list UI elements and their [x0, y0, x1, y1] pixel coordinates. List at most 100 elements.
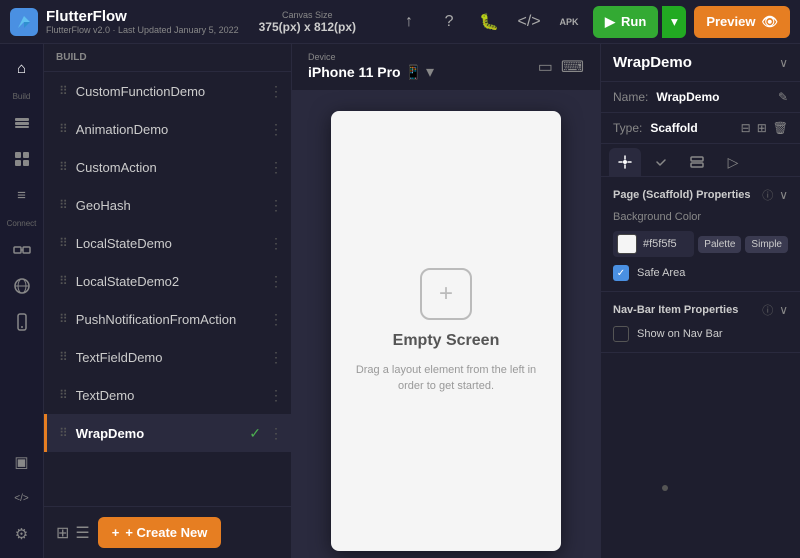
more-icon[interactable]: ⋮	[269, 273, 283, 290]
code-button[interactable]: </>	[513, 6, 545, 38]
more-icon[interactable]: ⋮	[269, 121, 283, 138]
sidebar-item[interactable]: ⠿ PushNotificationFromAction ⋮	[44, 300, 291, 338]
top-bar: FlutterFlow FlutterFlow v2.0 · Last Upda…	[0, 0, 800, 44]
more-icon[interactable]: ⋮	[269, 387, 283, 404]
sidebar-item[interactable]: ⠿ WrapDemo ✓ ⋮	[44, 414, 291, 452]
upload-button[interactable]: ↑	[393, 6, 425, 38]
simple-button[interactable]: Simple	[745, 236, 788, 253]
build-label: Build	[0, 92, 43, 101]
more-icon[interactable]: ⋮	[269, 311, 283, 328]
sidebar-item-label: LocalStateDemo	[76, 236, 261, 251]
panel-header: WrapDemo ∨	[601, 44, 800, 82]
sidebar-item[interactable]: ⠿ AnimationDemo ⋮	[44, 110, 291, 148]
home-icon[interactable]: ⌂	[6, 52, 38, 84]
app-version: FlutterFlow v2.0 · Last Updated January …	[46, 25, 239, 35]
plus-icon: +	[112, 525, 120, 540]
tab-play[interactable]: ▷	[717, 148, 749, 176]
help-button[interactable]: ?	[433, 6, 465, 38]
api-icon[interactable]	[6, 270, 38, 302]
drag-icon: ⠿	[59, 388, 68, 402]
navbar-expand-icon[interactable]: ∨	[779, 303, 788, 317]
panel-type-icons: ⊟ ⊞ 🗑	[741, 121, 788, 135]
sidebar-item[interactable]: ⠿ CustomAction ⋮	[44, 148, 291, 186]
code-icon[interactable]: </>	[6, 482, 38, 514]
show-nav-bar-label: Show on Nav Bar	[637, 328, 723, 340]
safe-area-checkbox[interactable]: ✓	[613, 265, 629, 281]
device-name: iPhone 11 Pro	[308, 64, 401, 80]
connect-icon[interactable]	[6, 234, 38, 266]
components-icon[interactable]	[6, 143, 38, 175]
run-button[interactable]: ▶ Run	[593, 6, 658, 38]
drag-icon: ⠿	[59, 122, 68, 136]
more-icon[interactable]: ⋮	[269, 83, 283, 100]
drag-icon: ⠿	[59, 198, 68, 212]
tab-properties[interactable]	[609, 148, 641, 176]
bg-color-label: Background Color	[613, 211, 701, 223]
sidebar-item[interactable]: ⠿ LocalStateDemo ⋮	[44, 224, 291, 262]
more-icon[interactable]: ⋮	[269, 425, 283, 442]
device-select[interactable]: iPhone 11 Pro 📱 ▾	[308, 62, 434, 82]
active-checkmark: ✓	[249, 425, 261, 442]
delete-type-icon[interactable]: 🗑	[773, 121, 788, 135]
list-icon[interactable]: ☰	[75, 523, 89, 543]
scaffold-expand-icon[interactable]: ∨	[779, 188, 788, 202]
preview-button[interactable]: Preview 👁	[694, 6, 790, 38]
device-view-icons: ▭ ⌨	[538, 57, 584, 77]
nav-icon[interactable]: ≡	[6, 179, 38, 211]
drag-icon: ⠿	[59, 160, 68, 174]
logo-area: FlutterFlow FlutterFlow v2.0 · Last Upda…	[10, 8, 239, 36]
apk-button[interactable]: APK	[553, 6, 585, 38]
settings-icon[interactable]: ⚙	[6, 518, 38, 550]
tablet-view-icon[interactable]: ▭	[538, 57, 553, 77]
media-icon[interactable]: ▣	[6, 446, 38, 478]
phone-frame: + Empty Screen Drag a layout element fro…	[331, 111, 561, 551]
create-new-button[interactable]: + + Create New	[98, 517, 222, 548]
sidebar-item[interactable]: ⠿ GeoHash ⋮	[44, 186, 291, 224]
copy-type-icon[interactable]: ⊟	[741, 121, 751, 135]
drag-icon: ⠿	[59, 84, 68, 98]
drag-icon: ⠿	[59, 274, 68, 288]
drag-icon: ⠿	[59, 236, 68, 250]
preview-label: Preview	[706, 14, 755, 29]
sidebar-item[interactable]: ⠿ TextDemo ⋮	[44, 376, 291, 414]
type-value: Scaffold	[650, 121, 697, 135]
palette-button[interactable]: Palette	[698, 236, 741, 253]
more-icon[interactable]: ⋮	[269, 159, 283, 176]
scaffold-title: Page (Scaffold) Properties	[613, 189, 751, 201]
keyboard-view-icon[interactable]: ⌨	[561, 57, 584, 77]
main-area: ⌂ Build ≡ Connect	[0, 44, 800, 558]
top-bar-actions: ↑ ? 🐛 </> APK ▶ Run ▾ Preview 👁	[393, 6, 790, 38]
panel-expand-icon[interactable]: ∨	[779, 56, 788, 70]
tab-backend[interactable]	[681, 148, 713, 176]
more-icon[interactable]: ⋮	[269, 197, 283, 214]
canvas-viewport[interactable]: + Empty Screen Drag a layout element fro…	[292, 91, 600, 558]
navbar-title: Nav-Bar Item Properties	[613, 304, 738, 316]
more-icon[interactable]: ⋮	[269, 349, 283, 366]
panel-title: WrapDemo	[613, 54, 692, 71]
run-icon: ▶	[605, 14, 615, 30]
sidebar-item-label: TextDemo	[76, 388, 261, 403]
bug-button[interactable]: 🐛	[473, 6, 505, 38]
navbar-info-icon: ⓘ	[762, 302, 773, 318]
run-dropdown-button[interactable]: ▾	[662, 6, 686, 38]
sidebar-item[interactable]: ⠿ CustomFunctionDemo ⋮	[44, 72, 291, 110]
color-box	[617, 234, 637, 254]
empty-screen-icon: +	[420, 268, 472, 320]
sidebar-item-label: LocalStateDemo2	[76, 274, 261, 289]
sidebar-item[interactable]: ⠿ LocalStateDemo2 ⋮	[44, 262, 291, 300]
name-label: Name:	[613, 90, 648, 104]
sidebar-item[interactable]: ⠿ TextFieldDemo ⋮	[44, 338, 291, 376]
empty-screen-desc: Drag a layout element from the left in o…	[331, 362, 561, 395]
more-icon[interactable]: ⋮	[269, 235, 283, 252]
color-swatch[interactable]: #f5f5f5	[613, 231, 694, 257]
sidebar: Build ⠿ CustomFunctionDemo ⋮ ⠿ Animation…	[44, 44, 292, 558]
show-nav-bar-checkbox[interactable]	[613, 326, 629, 342]
duplicate-type-icon[interactable]: ⊞	[757, 121, 767, 135]
edit-name-icon[interactable]: ✎	[778, 90, 788, 104]
canvas-area: Device iPhone 11 Pro 📱 ▾ ▭ ⌨ + Empty Scr…	[292, 44, 600, 558]
tab-actions[interactable]	[645, 148, 677, 176]
grid-icon[interactable]: ⊞	[56, 523, 69, 543]
canvas-size-label: Canvas Size	[282, 10, 333, 20]
layers-icon[interactable]	[6, 107, 38, 139]
device-icon[interactable]	[6, 306, 38, 338]
